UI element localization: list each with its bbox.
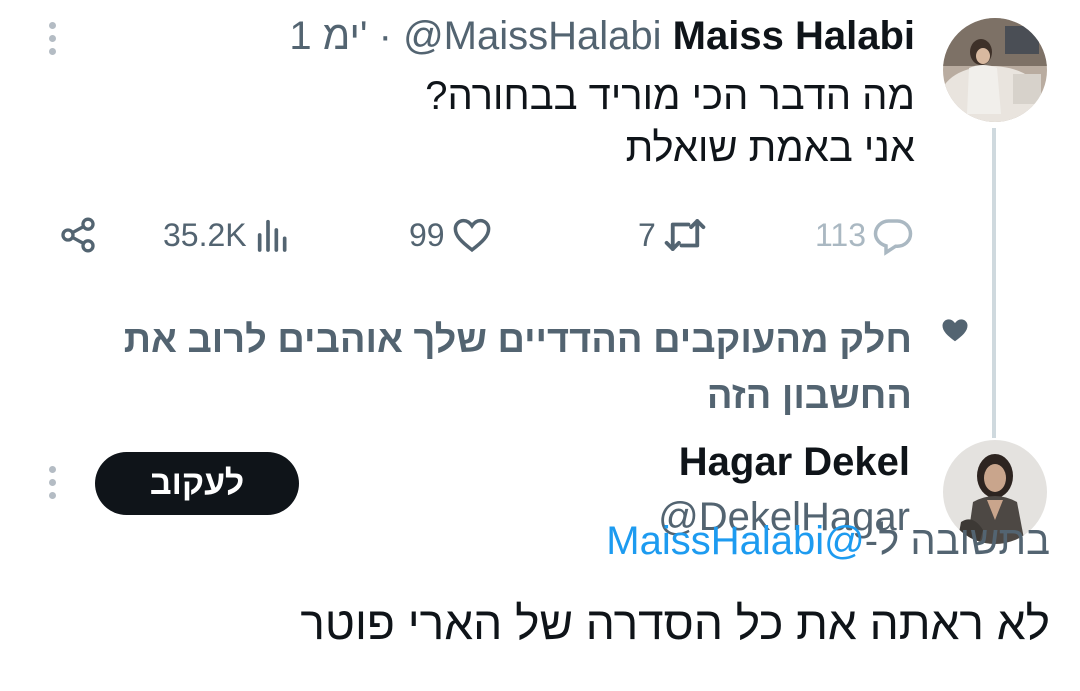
views-button[interactable]: 35.2K [163, 212, 293, 258]
replying-to: בתשובה ל-@MaissHalabi [606, 518, 1050, 564]
reply-button[interactable]: 113 [815, 212, 914, 258]
tweet-text-line: אני באמת שואלת [625, 126, 915, 170]
views-icon [257, 219, 287, 252]
heart-icon [453, 218, 490, 253]
author-handle[interactable]: @MaissHalabi [403, 14, 661, 58]
reply-bubble-icon [873, 219, 913, 256]
tweet-header: 1 ימ' · @MaissHalabi Maiss Halabi [289, 12, 915, 60]
share-icon [61, 217, 95, 253]
author-name[interactable]: Maiss Halabi [673, 14, 915, 58]
tweet-time[interactable]: 1 ימ' [289, 14, 367, 58]
social-context-heart-icon [940, 316, 970, 349]
replying-to-prefix: בתשובה ל- [864, 519, 1050, 563]
share-button[interactable] [58, 212, 98, 258]
thread-connector-line [992, 128, 996, 438]
avatar-image [943, 18, 1047, 122]
likes-count: 99 [409, 216, 445, 253]
reply-more-options-icon[interactable] [49, 466, 57, 499]
replies-count: 113 [815, 216, 867, 253]
reply-author-name[interactable]: Hagar Dekel [679, 438, 910, 486]
replying-to-mention[interactable]: @MaissHalabi [606, 519, 864, 563]
like-button[interactable]: 99 [409, 212, 493, 258]
tweet-text-line: מה הדבר הכי מוריד בבחורה? [425, 74, 915, 118]
repost-button[interactable]: 7 [638, 212, 708, 258]
reply-text: לא ראתה את כל הסדרה של הארי פוטר [300, 597, 1050, 649]
avatar[interactable] [943, 18, 1047, 122]
social-context-text: חלק מהעוקבים ההדדיים שלך אוהבים לרוב את … [123, 319, 912, 417]
views-count: 35.2K [163, 216, 247, 253]
reposts-count: 7 [638, 216, 656, 253]
follow-button[interactable]: לעקוב [95, 452, 299, 515]
more-options-icon[interactable] [49, 22, 57, 55]
header-separator: · [378, 14, 392, 58]
repost-icon [664, 219, 706, 251]
tweet-text: מה הדבר הכי מוריד בבחורה? אני באמת שואלת [425, 70, 915, 174]
